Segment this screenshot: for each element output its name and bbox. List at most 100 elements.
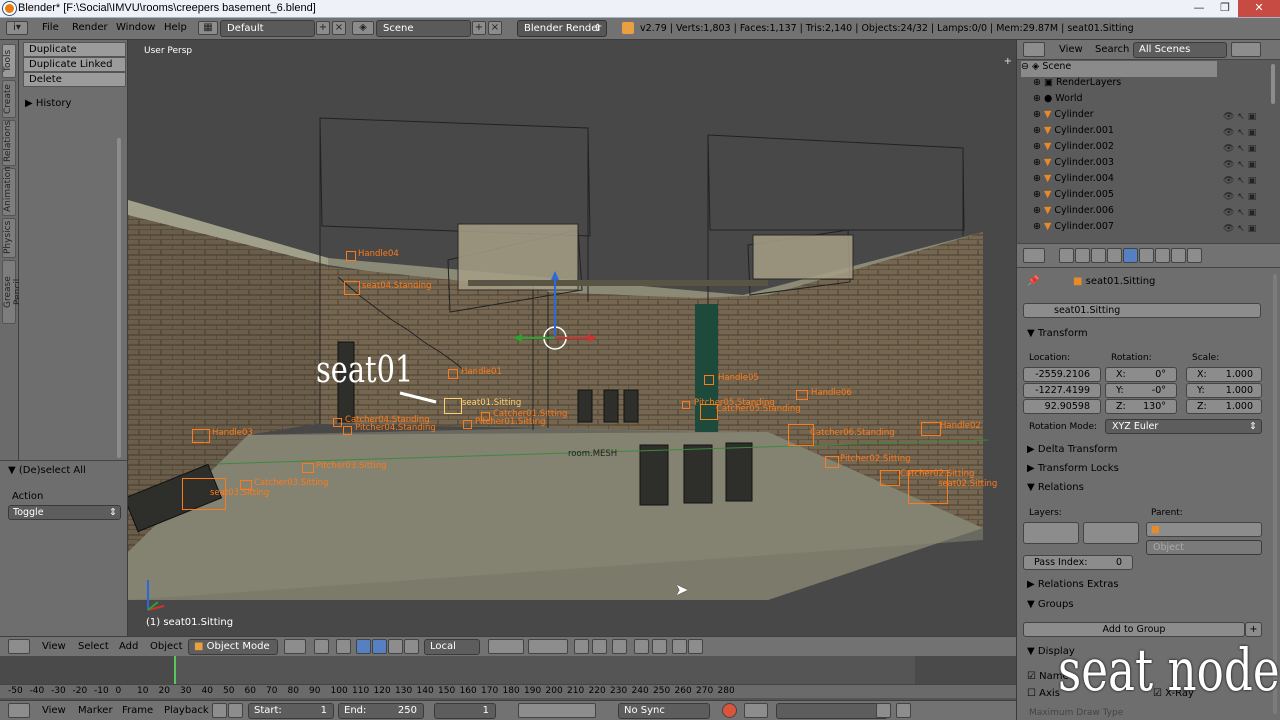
menu-window[interactable]: Window [116, 22, 155, 33]
parent-field[interactable]: ■ [1146, 522, 1262, 537]
keying-icon[interactable] [744, 703, 768, 718]
end-frame-field[interactable]: End: 250 [338, 703, 424, 719]
manipulator-icon[interactable] [336, 639, 351, 654]
menu-object[interactable]: Object [150, 641, 183, 652]
physics-tab-icon[interactable] [1187, 248, 1202, 263]
node-box[interactable] [346, 251, 356, 261]
maximize-button[interactable]: ❐ [1212, 0, 1238, 17]
menu-render[interactable]: Render [72, 22, 108, 33]
snap-icon[interactable] [574, 639, 589, 654]
parent-type-select[interactable]: Object [1146, 540, 1262, 555]
axis-checkbox[interactable]: ☐ Axis [1027, 688, 1060, 699]
screen-layout-icon[interactable]: ▦ [198, 21, 218, 35]
node-box[interactable] [880, 470, 900, 486]
node-box[interactable] [796, 390, 808, 400]
add-group-plus-button[interactable]: + [1245, 622, 1262, 637]
rotation-z-field[interactable]: Z: 130° [1105, 399, 1177, 414]
node-box[interactable] [463, 420, 472, 429]
rotation-y-field[interactable]: Y: -0° [1105, 383, 1177, 398]
node-box[interactable] [448, 369, 458, 379]
playback-menu[interactable]: Playback [164, 705, 209, 716]
proportional-icon[interactable] [592, 639, 607, 654]
viewport-corner-icon[interactable]: + [1004, 56, 1012, 67]
visibility-eye-icons[interactable]: 👁 ↖ ▣ 👁 ↖ ▣ 👁 ↖ ▣ 👁 ↖ ▣ 👁 ↖ ▣ 👁 ↖ ▣ 👁 ↖ ▣ 👁 ↖ ▣ [1223, 109, 1263, 237]
world-tab-icon[interactable] [1107, 248, 1122, 263]
remove-layout-button[interactable]: × [332, 21, 346, 35]
texture-tab-icon[interactable] [1171, 248, 1186, 263]
outliner-item-world[interactable]: ⊕ ● World [1033, 93, 1280, 109]
tab-tools[interactable]: Tools [2, 44, 16, 78]
render-icon[interactable] [634, 639, 649, 654]
film-icon[interactable] [688, 639, 703, 654]
node-box[interactable] [302, 463, 314, 473]
outliner-search-menu[interactable]: Search [1095, 44, 1129, 55]
tab-relations[interactable]: Relations [2, 120, 16, 166]
add-to-group-button[interactable]: Add to Group [1023, 622, 1245, 637]
search-icon[interactable] [1231, 42, 1261, 57]
node-box[interactable] [343, 426, 352, 435]
outliner-item-renderlayers[interactable]: ⊕ ▣ RenderLayers [1033, 77, 1280, 93]
tab-create[interactable]: Create [2, 80, 16, 118]
remove-scene-button[interactable]: × [488, 21, 502, 35]
node-box[interactable] [344, 281, 360, 295]
object-tab-icon[interactable] [1123, 248, 1138, 263]
location-x-field[interactable]: -2559.2106 [1023, 367, 1101, 382]
sync-select[interactable]: No Sync [618, 703, 710, 719]
relations-extras-header[interactable]: ▶ Relations Extras [1027, 579, 1119, 590]
scale-z-field[interactable]: Z: 1.000 [1186, 399, 1262, 414]
menu-file[interactable]: File [42, 22, 59, 33]
editor-type-info-icon[interactable]: i▾ [6, 21, 28, 35]
mode-select[interactable]: ■ Object Mode [188, 639, 278, 655]
node-box-selected[interactable] [444, 398, 462, 414]
delete-keyframe-icon[interactable] [896, 703, 911, 718]
pin-icon[interactable]: 📌 [1027, 276, 1039, 287]
record-icon[interactable] [722, 703, 737, 718]
3d-viewport[interactable]: User Persp (1) seat01.Sitting room.MESH … [128, 40, 1016, 636]
scale-x-field[interactable]: X: 1.000 [1186, 367, 1262, 382]
orientation-select[interactable]: Local [424, 639, 480, 655]
add-scene-button[interactable]: + [472, 21, 486, 35]
tab-grease-pencil[interactable]: Grease Pencil [2, 260, 23, 324]
groups-header[interactable]: ▼ Groups [1027, 599, 1074, 610]
duplicate-linked-button[interactable]: Duplicate Linked [23, 57, 126, 72]
node-box[interactable] [704, 375, 714, 385]
lock-icon[interactable] [228, 703, 243, 718]
relations-header[interactable]: ▼ Relations [1027, 482, 1084, 493]
render-tab-icon[interactable] [1059, 248, 1074, 263]
start-frame-field[interactable]: Start: 1 [248, 703, 334, 719]
playback-controls[interactable] [518, 703, 596, 718]
screen-layout-field[interactable]: Default [220, 20, 315, 37]
object-name-field[interactable]: seat01.Sitting [1023, 303, 1261, 318]
pivot-icon[interactable] [314, 639, 329, 654]
render-engine-select[interactable]: Blender Render ⇕ [517, 20, 607, 37]
transform-icon[interactable] [404, 639, 419, 654]
rotate-icon[interactable] [372, 639, 387, 654]
history-panel-header[interactable]: ▶ History [25, 98, 71, 109]
outliner-item-scene[interactable]: ⊖ ◈ Scene [1021, 61, 1217, 77]
outliner-view-menu[interactable]: View [1059, 44, 1083, 55]
menu-select[interactable]: Select [78, 641, 109, 652]
node-box[interactable] [192, 429, 210, 443]
tool-shelf-scrollbar[interactable] [117, 138, 121, 458]
transform-panel-header[interactable]: ▼ Transform [1027, 328, 1088, 339]
frame-menu[interactable]: Frame [122, 705, 153, 716]
delete-button[interactable]: Delete [23, 72, 126, 87]
editor-type-properties-icon[interactable] [1023, 248, 1045, 263]
camera-icon[interactable] [652, 639, 667, 654]
editor-type-3d-icon[interactable] [8, 639, 30, 654]
action-select[interactable]: Toggle ⇕ [8, 505, 121, 520]
pass-index-field[interactable]: Pass Index: 0 [1023, 555, 1133, 570]
transform-locks-header[interactable]: ▶ Transform Locks [1027, 463, 1119, 474]
node-box[interactable] [825, 456, 839, 468]
outliner-scrollbar[interactable] [1271, 64, 1275, 104]
scene-icon[interactable]: ◈ [352, 21, 374, 35]
node-box[interactable] [333, 418, 342, 427]
add-layout-button[interactable]: + [316, 21, 330, 35]
location-z-field[interactable]: 92.90598 [1023, 399, 1101, 414]
keying-set-field[interactable] [776, 703, 888, 719]
modifiers-tab-icon[interactable] [1155, 248, 1170, 263]
layers-grid-2[interactable] [1083, 522, 1139, 544]
timeline-view-menu[interactable]: View [42, 705, 66, 716]
delta-transform-header[interactable]: ▶ Delta Transform [1027, 444, 1117, 455]
scale-y-field[interactable]: Y: 1.000 [1186, 383, 1262, 398]
